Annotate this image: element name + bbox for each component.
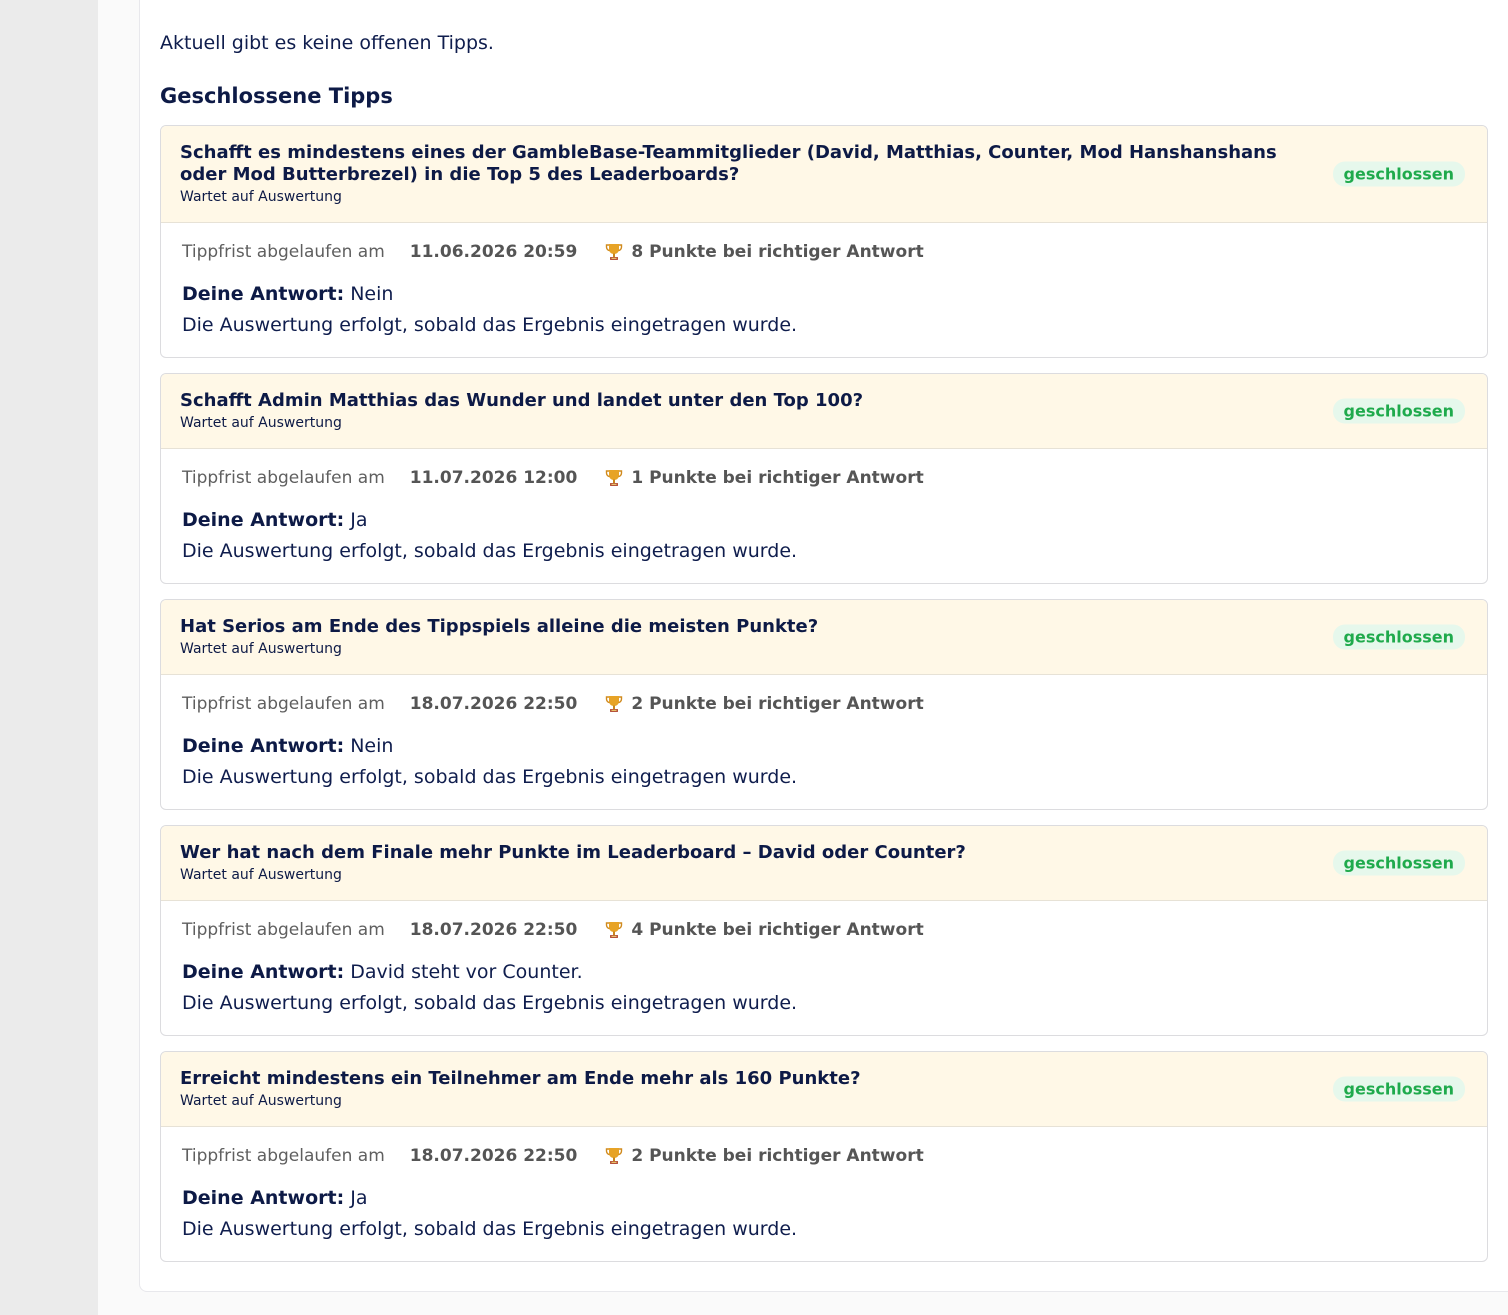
status-badge: geschlossen [1332, 624, 1465, 650]
tip-card-body: Tippfrist abgelaufen am 18.07.2026 22:50… [161, 675, 1487, 809]
tip-status-note: Wartet auf Auswertung [180, 867, 342, 883]
deadline-value: 18.07.2026 22:50 [409, 1146, 578, 1166]
deadline-label: Tippfrist abgelaufen am [182, 694, 385, 714]
trophy-icon [605, 468, 623, 488]
deadline-value: 11.06.2026 20:59 [409, 242, 578, 262]
deadline-value: 11.07.2026 12:00 [409, 468, 578, 488]
left-sidebar-strip [0, 0, 98, 1315]
trophy-icon [605, 920, 623, 940]
points-info: 2 Punkte bei richtiger Antwort [631, 1146, 924, 1166]
answer-label: Deine Antwort: [182, 509, 345, 531]
status-badge: geschlossen [1332, 850, 1465, 876]
deadline-label: Tippfrist abgelaufen am [182, 468, 385, 488]
tip-question: Wer hat nach dem Finale mehr Punkte im L… [180, 842, 966, 863]
tip-card: Schafft Admin Matthias das Wunder und la… [160, 373, 1488, 584]
tip-question: Schafft Admin Matthias das Wunder und la… [180, 390, 864, 411]
evaluation-note: Die Auswertung erfolgt, sobald das Ergeb… [182, 1218, 798, 1240]
tip-question: Schafft es mindestens eines der GambleBa… [180, 142, 1277, 185]
tip-status-note: Wartet auf Auswertung [180, 189, 342, 205]
answer-value: Ja [350, 509, 368, 531]
your-answer: Deine Antwort: Nein [182, 282, 1466, 306]
tip-meta-row: Tippfrist abgelaufen am 11.06.2026 20:59… [182, 241, 1466, 263]
points-info: 8 Punkte bei richtiger Antwort [631, 242, 924, 262]
evaluation-note: Die Auswertung erfolgt, sobald das Ergeb… [182, 992, 798, 1014]
tip-card-body: Tippfrist abgelaufen am 11.06.2026 20:59… [161, 223, 1487, 357]
tip-card-header: Schafft es mindestens eines der GambleBa… [161, 126, 1487, 223]
answer-label: Deine Antwort: [182, 1187, 345, 1209]
evaluation-note: Die Auswertung erfolgt, sobald das Ergeb… [182, 540, 798, 562]
trophy-icon [605, 694, 623, 714]
answer-value: Nein [350, 283, 394, 305]
status-badge: geschlossen [1332, 1076, 1465, 1102]
tip-card: Wer hat nach dem Finale mehr Punkte im L… [160, 825, 1488, 1036]
points-info: 1 Punkte bei richtiger Antwort [631, 468, 924, 488]
deadline-value: 18.07.2026 22:50 [409, 694, 578, 714]
deadline-label: Tippfrist abgelaufen am [182, 920, 385, 940]
answer-value: David steht vor Counter. [350, 961, 583, 983]
answer-label: Deine Antwort: [182, 735, 345, 757]
tip-status-note: Wartet auf Auswertung [180, 415, 342, 431]
answer-value: Ja [350, 1187, 368, 1209]
tip-card: Erreicht mindestens ein Teilnehmer am En… [160, 1051, 1488, 1262]
closed-tips-heading: Geschlossene Tipps [160, 84, 393, 108]
tip-card-body: Tippfrist abgelaufen am 11.07.2026 12:00… [161, 449, 1487, 583]
your-answer: Deine Antwort: David steht vor Counter. [182, 960, 1466, 984]
answer-label: Deine Antwort: [182, 961, 345, 983]
tip-card-header: Schafft Admin Matthias das Wunder und la… [161, 374, 1487, 449]
no-open-tips-note: Aktuell gibt es keine offenen Tipps. [160, 32, 494, 54]
trophy-icon [605, 1146, 623, 1166]
your-answer: Deine Antwort: Ja [182, 508, 1466, 532]
tip-meta-row: Tippfrist abgelaufen am 18.07.2026 22:50… [182, 1145, 1466, 1167]
closed-tips-list: Schafft es mindestens eines der GambleBa… [160, 125, 1488, 1277]
tip-question: Hat Serios am Ende des Tippspiels allein… [180, 616, 819, 637]
tip-card-header: Hat Serios am Ende des Tippspiels allein… [161, 600, 1487, 675]
status-badge: geschlossen [1332, 161, 1465, 187]
tip-card: Hat Serios am Ende des Tippspiels allein… [160, 599, 1488, 810]
tip-question: Erreicht mindestens ein Teilnehmer am En… [180, 1068, 861, 1089]
tip-card-body: Tippfrist abgelaufen am 18.07.2026 22:50… [161, 901, 1487, 1035]
deadline-value: 18.07.2026 22:50 [409, 920, 578, 940]
deadline-label: Tippfrist abgelaufen am [182, 1146, 385, 1166]
trophy-icon [605, 242, 623, 262]
your-answer: Deine Antwort: Nein [182, 734, 1466, 758]
tip-card-header: Erreicht mindestens ein Teilnehmer am En… [161, 1052, 1487, 1127]
points-info: 4 Punkte bei richtiger Antwort [631, 920, 924, 940]
tip-status-note: Wartet auf Auswertung [180, 641, 342, 657]
tip-meta-row: Tippfrist abgelaufen am 11.07.2026 12:00… [182, 467, 1466, 489]
tip-card-header: Wer hat nach dem Finale mehr Punkte im L… [161, 826, 1487, 901]
tip-status-note: Wartet auf Auswertung [180, 1093, 342, 1109]
status-badge: geschlossen [1332, 398, 1465, 424]
evaluation-note: Die Auswertung erfolgt, sobald das Ergeb… [182, 766, 798, 788]
tip-card-body: Tippfrist abgelaufen am 18.07.2026 22:50… [161, 1127, 1487, 1261]
answer-value: Nein [350, 735, 394, 757]
evaluation-note: Die Auswertung erfolgt, sobald das Ergeb… [182, 314, 798, 336]
tip-meta-row: Tippfrist abgelaufen am 18.07.2026 22:50… [182, 919, 1466, 941]
points-info: 2 Punkte bei richtiger Antwort [631, 694, 924, 714]
tip-meta-row: Tippfrist abgelaufen am 18.07.2026 22:50… [182, 693, 1466, 715]
answer-label: Deine Antwort: [182, 283, 345, 305]
tip-card: Schafft es mindestens eines der GambleBa… [160, 125, 1488, 358]
deadline-label: Tippfrist abgelaufen am [182, 242, 385, 262]
your-answer: Deine Antwort: Ja [182, 1186, 1466, 1210]
